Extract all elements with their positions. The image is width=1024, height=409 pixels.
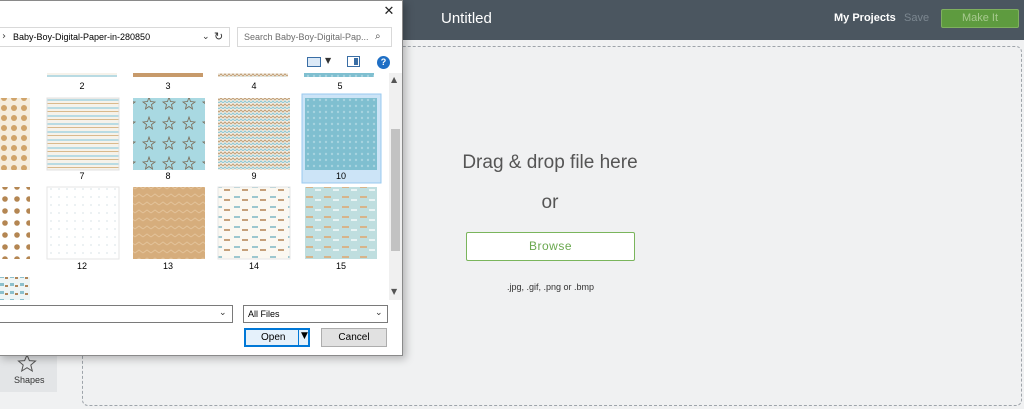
file-type-select[interactable]: All Files ⌄: [243, 305, 388, 323]
file-label: 8: [165, 171, 171, 181]
dropzone-title: Drag & drop file here: [462, 152, 638, 173]
file-label: 3: [165, 81, 171, 91]
file-label: 14: [248, 261, 259, 271]
file-type-value: All Files: [248, 309, 280, 319]
change-view-icon[interactable]: [307, 57, 321, 67]
open-button[interactable]: Open ▼: [244, 328, 310, 347]
view-options-dropdown-icon[interactable]: ▼: [325, 56, 331, 65]
chevron-right-icon: ›: [2, 31, 6, 42]
scroll-up-icon[interactable]: ▲: [391, 75, 397, 84]
file-open-dialog: ✕ › Baby-Boy-Digital-Paper-in-280850 ⌄ ↻…: [0, 0, 403, 356]
file-list[interactable]: 2 3 4 5 7 8 9 10 12 13 14 15: [0, 73, 389, 300]
preview-pane-icon[interactable]: [347, 56, 360, 67]
file-label: 7: [79, 171, 85, 181]
refresh-icon[interactable]: ↻: [214, 30, 223, 43]
project-title[interactable]: Untitled: [441, 10, 492, 27]
search-input[interactable]: Search Baby-Boy-Digital-Pap... ⌕: [237, 27, 392, 47]
dropzone-or: or: [541, 192, 559, 213]
shapes-label: Shapes: [14, 375, 45, 385]
chevron-down-icon[interactable]: ⌄: [375, 308, 383, 318]
scrollbar-thumb[interactable]: [391, 129, 400, 251]
file-list-scrollbar[interactable]: ▲ ▼: [389, 73, 402, 300]
supported-formats: .jpg, .gif, .png or .bmp: [506, 282, 595, 292]
browse-button[interactable]: Browse: [466, 232, 635, 261]
file-label: 9: [251, 171, 257, 181]
search-icon: ⌕: [375, 31, 381, 42]
split-divider: [298, 329, 299, 346]
save-button[interactable]: Save: [904, 12, 929, 24]
address-bar[interactable]: › Baby-Boy-Digital-Paper-in-280850 ⌄ ↻: [0, 27, 230, 47]
help-icon[interactable]: ?: [377, 56, 390, 69]
file-label: 15: [335, 261, 346, 271]
cancel-button[interactable]: Cancel: [321, 328, 387, 347]
my-projects-link[interactable]: My Projects: [834, 12, 896, 24]
file-label-selected: 10: [335, 171, 346, 181]
file-label: 2: [79, 81, 85, 91]
file-label: 4: [251, 81, 257, 91]
caret-down-icon[interactable]: ▼: [301, 331, 308, 341]
chevron-down-icon[interactable]: ⌄: [219, 308, 227, 318]
address-path: Baby-Boy-Digital-Paper-in-280850: [13, 32, 151, 42]
open-button-label: Open: [261, 332, 286, 343]
chevron-down-icon[interactable]: ⌄: [202, 32, 210, 42]
scroll-down-icon[interactable]: ▼: [391, 287, 397, 296]
file-label: 12: [76, 261, 87, 271]
close-icon[interactable]: ✕: [382, 5, 396, 19]
filename-input[interactable]: ⌄: [0, 305, 233, 323]
make-it-button[interactable]: Make It: [941, 9, 1019, 28]
search-placeholder: Search Baby-Boy-Digital-Pap...: [244, 32, 369, 42]
file-label: 13: [162, 261, 173, 271]
star-shapes-icon: [17, 354, 37, 372]
file-label: 5: [337, 81, 343, 91]
